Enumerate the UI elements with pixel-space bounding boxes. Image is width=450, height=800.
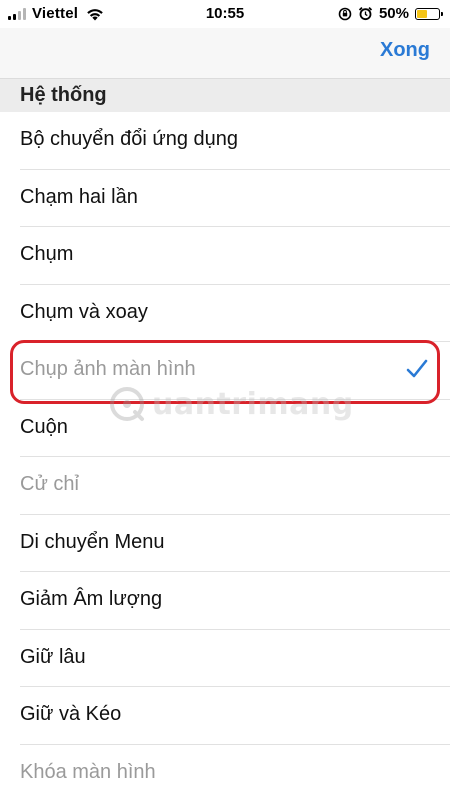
list-item-label: Chụp ảnh màn hình bbox=[20, 358, 196, 380]
list-item[interactable]: Cử chỉ bbox=[0, 457, 450, 515]
list-item-label: Di chuyển Menu bbox=[20, 530, 165, 553]
battery-fill bbox=[417, 9, 427, 18]
list-item-label: Khóa màn hình bbox=[20, 760, 156, 783]
list-item[interactable]: Chạm hai lần bbox=[0, 169, 450, 227]
list-item-label: Giữ lâu bbox=[20, 645, 86, 668]
list-item[interactable]: Giữ lâu bbox=[0, 629, 450, 687]
list-item[interactable]: Chụm và xoay bbox=[0, 284, 450, 342]
navigation-bar: Xong bbox=[0, 28, 450, 78]
alarm-icon bbox=[358, 6, 373, 21]
done-button[interactable]: Xong bbox=[380, 39, 430, 62]
list-item-label: Chụm và xoay bbox=[20, 300, 148, 323]
list-item[interactable]: Giảm Âm lượng bbox=[0, 572, 450, 630]
battery-icon bbox=[415, 7, 443, 20]
status-right: 50% bbox=[338, 5, 443, 22]
list-item[interactable]: Giữ và Kéo bbox=[0, 687, 450, 745]
list-item-selected[interactable]: Chụp ảnh màn hình bbox=[0, 342, 450, 400]
list-item[interactable]: Di chuyển Menu bbox=[0, 514, 450, 572]
list-item[interactable]: Chụm bbox=[0, 227, 450, 285]
list-item-label: Chạm hai lần bbox=[20, 185, 138, 208]
list-item-label: Chụm bbox=[20, 243, 74, 265]
list-item[interactable]: Bộ chuyển đổi ứng dụng bbox=[0, 112, 450, 170]
list-item-label: Giữ và Kéo bbox=[20, 703, 122, 725]
orientation-lock-icon bbox=[338, 7, 352, 20]
section-title: Hệ thống bbox=[20, 84, 107, 106]
list-item-label: Bộ chuyển đổi ứng dụng bbox=[20, 128, 238, 150]
list-item[interactable]: Khóa màn hình bbox=[0, 744, 450, 800]
list-item-label: Giảm Âm lượng bbox=[20, 588, 163, 610]
battery-percent: 50% bbox=[378, 5, 409, 22]
list-item[interactable]: Cuộn bbox=[0, 399, 450, 457]
screen: Viettel 10:55 50% Xong Hệ thống Bộ chuyể… bbox=[0, 0, 450, 800]
status-bar: Viettel 10:55 50% bbox=[0, 0, 450, 28]
section-header: Hệ thống bbox=[0, 78, 450, 112]
checkmark-icon bbox=[406, 359, 428, 378]
action-list: Bộ chuyển đổi ứng dụng Chạm hai lần Chụm… bbox=[0, 112, 450, 800]
list-item-label: Cử chỉ bbox=[20, 473, 79, 495]
list-item-label: Cuộn bbox=[20, 415, 68, 438]
